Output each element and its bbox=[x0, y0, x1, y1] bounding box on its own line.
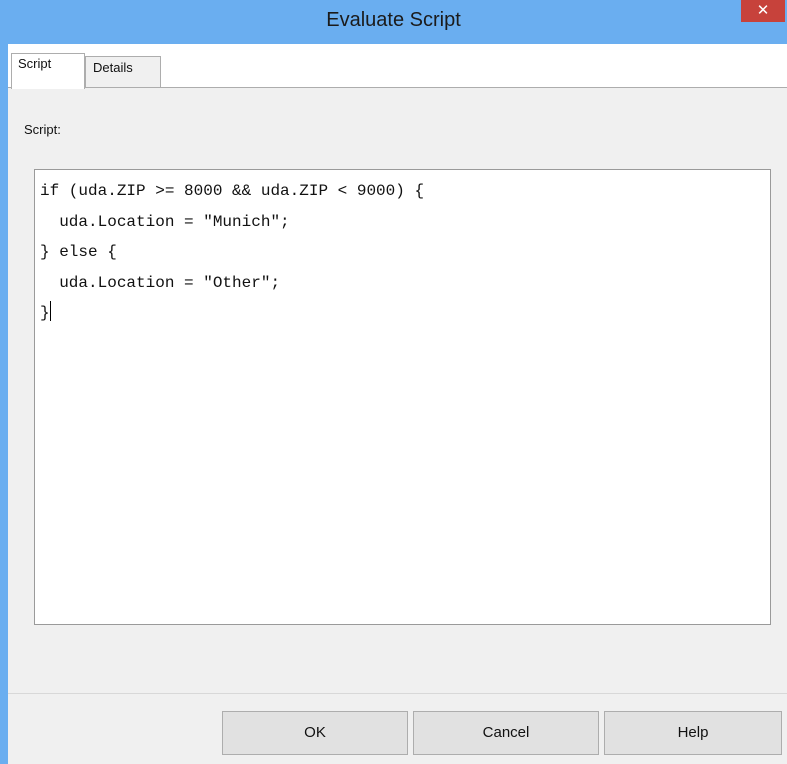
title-bar[interactable]: Evaluate Script ✕ bbox=[0, 0, 787, 44]
tab-script[interactable]: Script bbox=[11, 53, 85, 89]
tab-details[interactable]: Details bbox=[85, 56, 161, 88]
code-line-2: uda.Location = "Munich"; bbox=[40, 212, 290, 231]
button-bar-separator bbox=[8, 693, 787, 694]
code-line-3: } else { bbox=[40, 243, 117, 261]
ok-button[interactable]: OK bbox=[222, 711, 408, 755]
script-editor[interactable]: if (uda.ZIP >= 8000 && uda.ZIP < 9000) {… bbox=[34, 169, 771, 625]
tab-strip: Script Details bbox=[8, 44, 787, 89]
code-line-1: if (uda.ZIP >= 8000 && uda.ZIP < 9000) { bbox=[40, 182, 425, 200]
tab-details-label: Details bbox=[93, 60, 133, 75]
tab-script-label: Script bbox=[18, 56, 52, 71]
code-line-4: uda.Location = "Other"; bbox=[40, 273, 281, 292]
code-line-5-text: } bbox=[40, 304, 50, 322]
dialog-client-area: Script Details Script: if (uda.ZIP >= 80… bbox=[8, 44, 787, 764]
close-button[interactable]: ✕ bbox=[741, 0, 785, 22]
cancel-button[interactable]: Cancel bbox=[413, 711, 599, 755]
text-caret bbox=[49, 301, 51, 321]
script-label: Script: bbox=[24, 122, 61, 137]
code-line-5: } bbox=[40, 298, 770, 329]
window-title: Evaluate Script bbox=[326, 9, 461, 31]
evaluate-script-dialog: Evaluate Script ✕ Script Details Script:… bbox=[0, 0, 787, 764]
help-button[interactable]: Help bbox=[604, 711, 782, 755]
close-icon: ✕ bbox=[756, 2, 770, 19]
tab-divider bbox=[8, 87, 787, 88]
